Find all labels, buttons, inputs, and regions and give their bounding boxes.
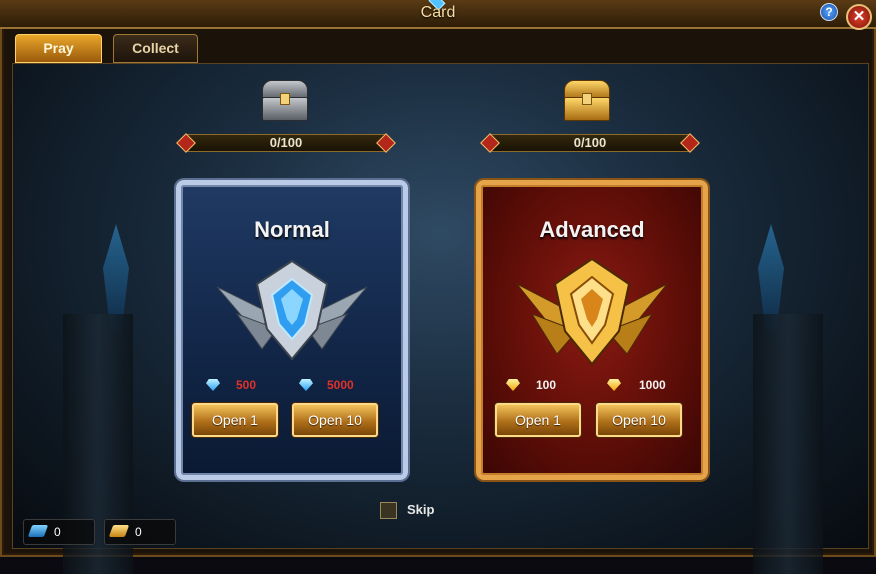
resource-gold-value: 0 — [135, 525, 142, 539]
advanced-ten-gem-icon — [607, 379, 621, 391]
skip-label: Skip — [407, 502, 435, 517]
advanced-single-gem-icon — [506, 379, 520, 391]
help-icon[interactable]: ? — [820, 3, 838, 21]
normal-single-gem-icon — [206, 379, 220, 391]
normal-price-ten: 5000 — [327, 378, 354, 392]
advanced-card-title: Advanced — [539, 217, 645, 242]
advanced-progress-bar: 0/100 — [480, 133, 700, 153]
normal-card: Normal 500 5000 Open 1 Open 10 — [176, 180, 408, 480]
normal-card-title: Normal — [254, 217, 330, 242]
resource-blue-value: 0 — [54, 525, 61, 539]
blue-scroll-icon — [27, 525, 49, 537]
tab-collect[interactable]: Collect — [113, 34, 198, 63]
advanced-price-single: 100 — [536, 378, 557, 392]
resource-blue-scroll: 0 — [23, 519, 95, 545]
silver-emblem-icon — [217, 259, 367, 361]
normal-open-10-button[interactable]: Open 10 — [292, 403, 378, 437]
advanced-chest-icon — [564, 80, 610, 121]
tab-pray[interactable]: Pray — [15, 34, 102, 63]
gold-scroll-icon — [108, 525, 130, 537]
pillar-right — [753, 314, 823, 574]
advanced-open-10-button[interactable]: Open 10 — [596, 403, 682, 437]
normal-ten-gem-icon — [299, 379, 313, 391]
normal-progress-bar: 0/100 — [176, 133, 396, 153]
window-title: Card — [420, 4, 456, 21]
advanced-open-1-button[interactable]: Open 1 — [495, 403, 581, 437]
normal-open-1-button[interactable]: Open 1 — [192, 403, 278, 437]
normal-chest-icon — [262, 80, 308, 121]
title-bar: Card ? ✕ — [0, 0, 876, 30]
advanced-card: Advanced 100 1000 Open 1 Open 10 — [476, 180, 708, 480]
card-window: Card ? ✕ Pray Collect 0/100 0/100 Normal — [0, 0, 876, 574]
normal-progress-text: 0/100 — [269, 135, 303, 150]
gold-emblem-icon — [517, 259, 667, 366]
pray-panel — [12, 63, 869, 574]
resource-gold-scroll: 0 — [104, 519, 176, 545]
advanced-progress-text: 0/100 — [573, 135, 607, 150]
normal-price-single: 500 — [236, 378, 257, 392]
close-button[interactable]: ✕ — [846, 4, 872, 30]
skip-checkbox[interactable] — [380, 502, 397, 519]
advanced-price-ten: 1000 — [639, 378, 666, 392]
